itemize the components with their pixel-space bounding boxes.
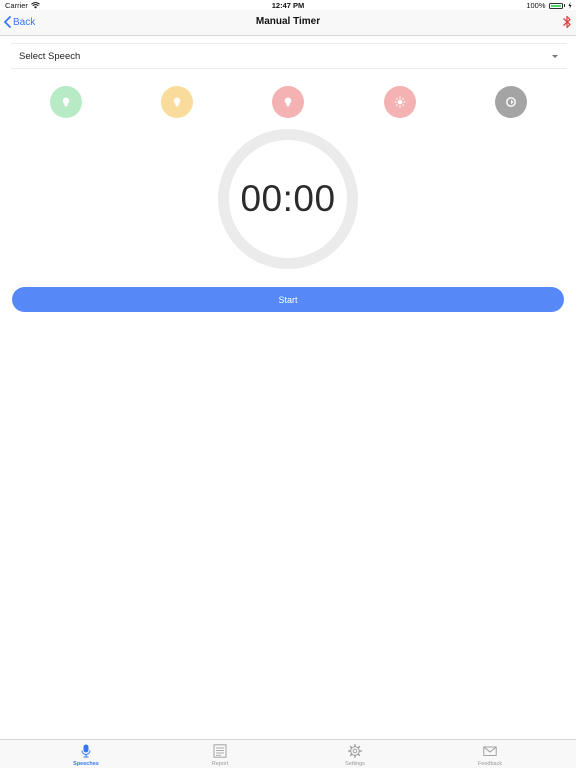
reset-icon — [506, 97, 516, 107]
status-bar: Carrier 12:47 PM 100% — [0, 0, 576, 10]
tab-label: Speeches — [73, 761, 99, 767]
tab-label: Settings — [345, 761, 365, 767]
manual-timer-screen: Carrier 12:47 PM 100% Back Manual Timer … — [0, 0, 576, 768]
battery-percent: 100% — [526, 1, 546, 10]
tab-label: Report — [211, 761, 229, 767]
tab-speeches[interactable]: Speeches — [56, 740, 116, 768]
overtime-light-button[interactable] — [384, 86, 416, 118]
status-time: 12:47 PM — [271, 1, 305, 10]
tab-bar: Speeches Report Settings Feedback — [0, 739, 576, 768]
green-light-button[interactable] — [50, 86, 82, 118]
bluetooth-button[interactable] — [562, 14, 572, 30]
mail-icon — [483, 746, 497, 756]
yellow-light-button[interactable] — [161, 86, 193, 118]
tab-settings[interactable]: Settings — [325, 740, 385, 768]
tab-label: Feedback — [477, 761, 503, 767]
charging-icon — [568, 2, 572, 9]
navigation-bar: Back Manual Timer — [0, 10, 576, 36]
timer-display: 00:00 — [240, 178, 336, 219]
tab-feedback[interactable]: Feedback — [460, 740, 520, 768]
bulb-icon — [62, 97, 70, 107]
battery-tip — [563, 4, 565, 7]
battery-icon — [548, 2, 563, 9]
start-button[interactable]: Start — [12, 287, 564, 312]
status-right: 100% — [526, 1, 572, 10]
signal-light-row — [0, 86, 576, 118]
report-icon — [213, 744, 227, 758]
bulb-icon — [173, 97, 181, 107]
battery-fill — [550, 4, 561, 7]
speech-select-label: Select Speech — [19, 51, 81, 62]
speech-select[interactable]: Select Speech — [11, 43, 567, 69]
chevron-down-icon — [552, 55, 558, 58]
bluetooth-icon — [563, 15, 571, 29]
tab-report[interactable]: Report — [190, 740, 250, 768]
red-light-button[interactable] — [272, 86, 304, 118]
reset-light-button[interactable] — [495, 86, 527, 118]
gear-icon — [348, 744, 362, 758]
page-title: Manual Timer — [255, 16, 321, 27]
bulb-icon — [284, 97, 292, 107]
sun-icon — [394, 96, 406, 108]
microphone-icon — [81, 744, 91, 758]
